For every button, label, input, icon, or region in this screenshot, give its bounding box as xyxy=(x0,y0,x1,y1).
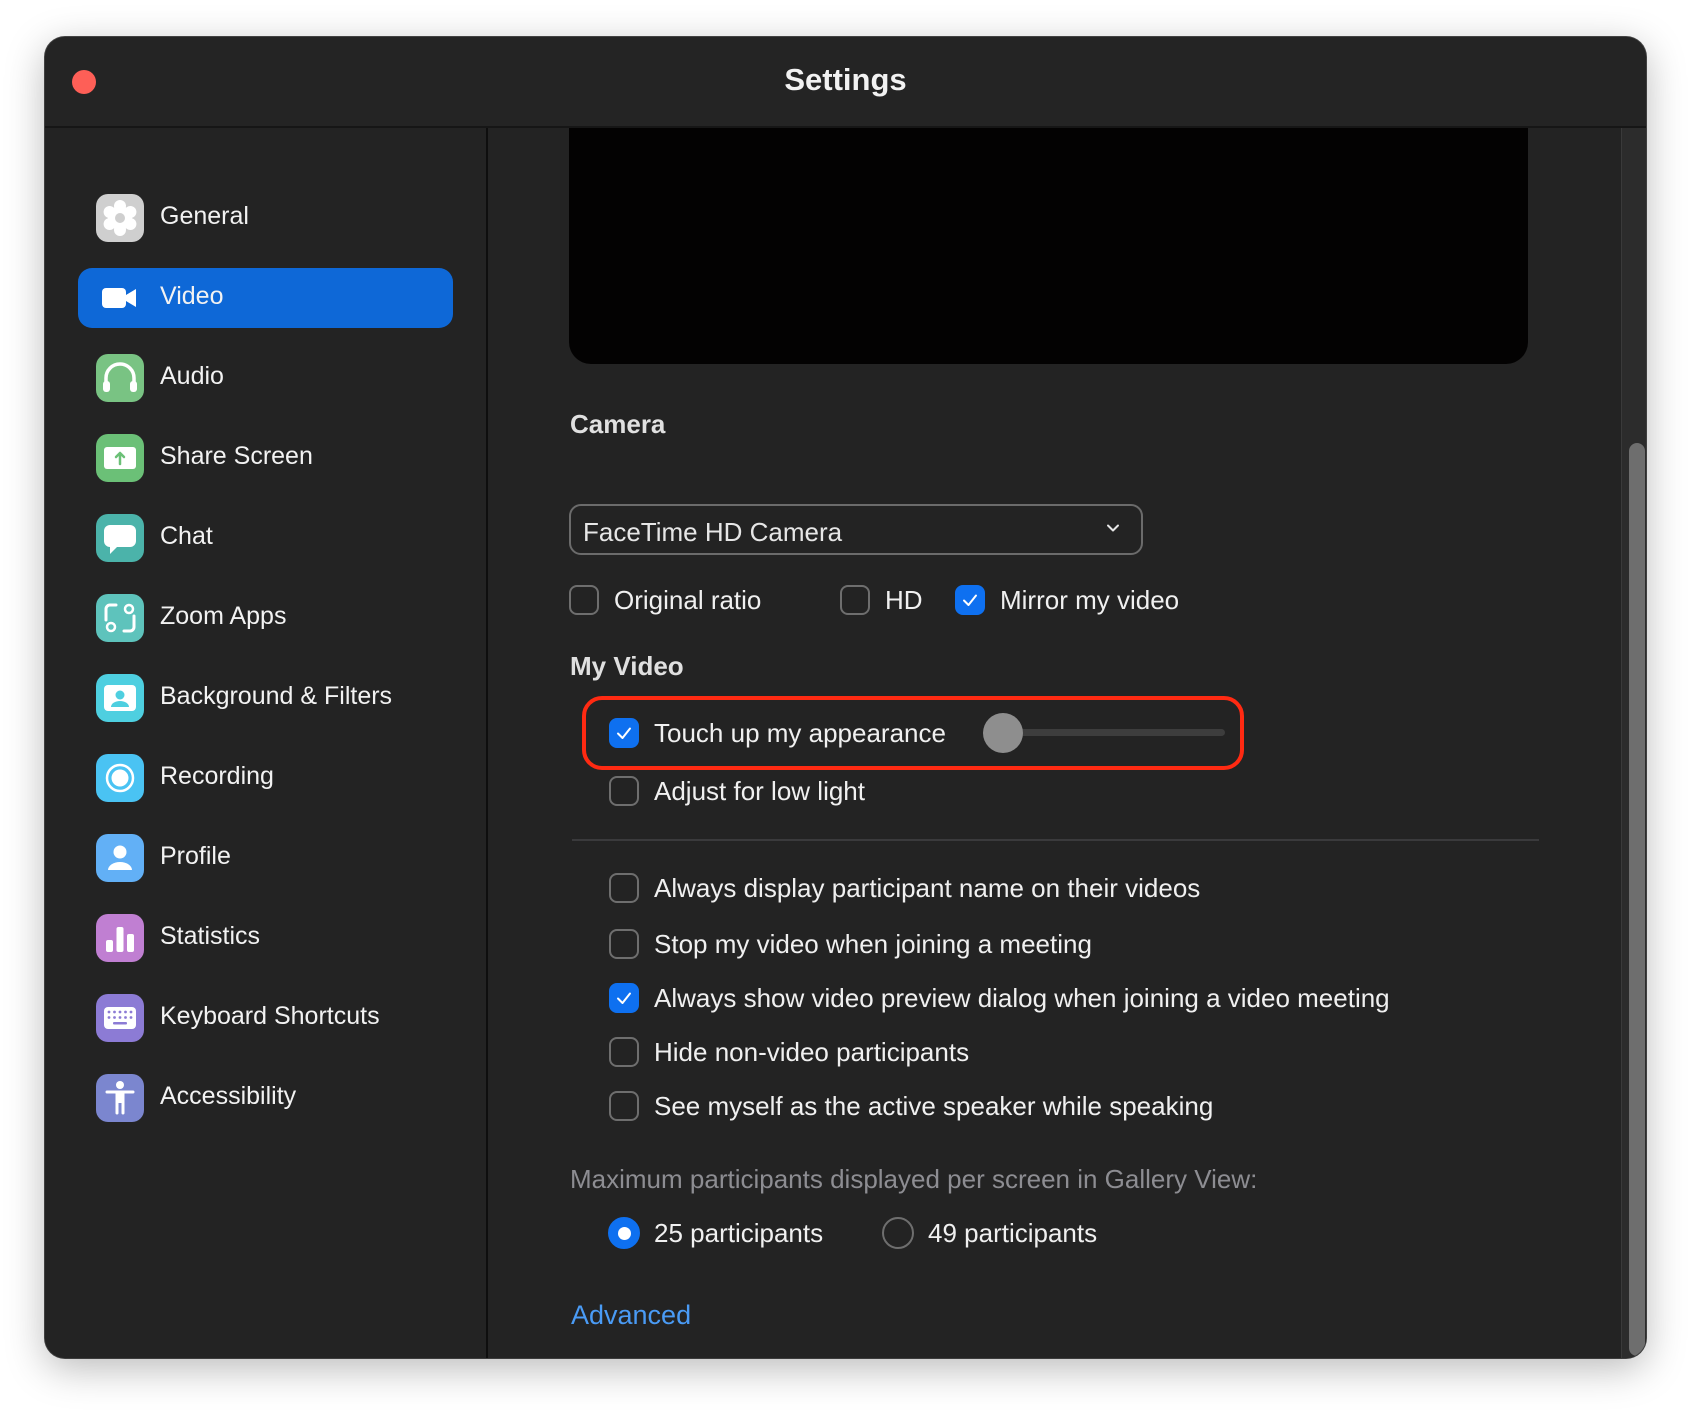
sidebar-item-zoom-apps[interactable]: Zoom Apps xyxy=(78,588,453,648)
sidebar-item-label: Share Screen xyxy=(160,442,313,470)
video-preview xyxy=(569,128,1528,364)
chat-bubble-icon xyxy=(96,514,144,562)
background-person-icon xyxy=(96,674,144,722)
sidebar-item-profile[interactable]: Profile xyxy=(78,828,453,888)
hide-non-video-participants-checkbox[interactable]: Hide non-video participants xyxy=(609,1032,969,1072)
checkmark-icon xyxy=(963,594,977,606)
radio-label: 25 participants xyxy=(654,1217,824,1248)
checkbox-box[interactable] xyxy=(569,585,599,615)
hd-checkbox[interactable]: HD xyxy=(840,580,923,620)
original-ratio-checkbox[interactable]: Original ratio xyxy=(569,580,761,620)
checkbox-box[interactable] xyxy=(609,1091,639,1121)
sidebar-item-label: Recording xyxy=(160,762,274,790)
sidebar-item-label: Profile xyxy=(160,842,231,870)
gear-icon xyxy=(96,194,144,242)
record-icon xyxy=(96,754,144,802)
camera-select[interactable]: FaceTime HD Camera xyxy=(569,504,1143,555)
slider-thumb[interactable] xyxy=(983,713,1023,753)
settings-window: Settings General Video Audio Share Screen Ch… xyxy=(45,37,1646,1358)
checkbox-label: Stop my video when joining a meeting xyxy=(654,928,1092,959)
sidebar-item-keyboard-shortcuts[interactable]: Keyboard Shortcuts xyxy=(78,988,453,1048)
touch-up-appearance-checkbox[interactable]: Touch up my appearance xyxy=(609,713,946,753)
camera-section-label: Camera xyxy=(570,409,666,439)
checkbox-box[interactable] xyxy=(840,585,870,615)
checkbox-label: Original ratio xyxy=(614,584,762,615)
sidebar-item-audio[interactable]: Audio xyxy=(78,348,453,408)
checkbox-box[interactable] xyxy=(955,585,985,615)
vertical-scrollbar[interactable] xyxy=(1621,128,1646,1358)
chevron-down-icon xyxy=(1107,524,1119,532)
stop-my-video-when-joining-a-meeting-checkbox[interactable]: Stop my video when joining a meeting xyxy=(609,924,1092,964)
my-video-section-label: My Video xyxy=(570,651,684,681)
person-icon xyxy=(96,834,144,882)
touch-up-slider[interactable] xyxy=(983,713,1225,753)
checkbox-box[interactable] xyxy=(609,1037,639,1067)
sidebar-item-video[interactable]: Video xyxy=(78,268,453,328)
checkbox-box[interactable] xyxy=(609,718,639,748)
window-title: Settings xyxy=(784,62,907,97)
share-screen-icon xyxy=(96,434,144,482)
always-display-participant-name-on-their-videos-checkbox[interactable]: Always display participant name on their… xyxy=(609,868,1200,908)
sidebar-item-general[interactable]: General xyxy=(78,188,453,248)
adjust-low-light-checkbox[interactable]: Adjust for low light xyxy=(609,771,865,811)
checkbox-label: See myself as the active speaker while s… xyxy=(654,1090,1214,1121)
gallery-view-label: Maximum participants displayed per scree… xyxy=(570,1164,1258,1194)
mirror-video-checkbox[interactable]: Mirror my video xyxy=(955,580,1179,620)
sidebar-item-accessibility[interactable]: Accessibility xyxy=(78,1068,453,1128)
checkbox-label: Always show video preview dialog when jo… xyxy=(654,982,1390,1013)
sidebar-item-label: Statistics xyxy=(160,922,261,950)
radio-button[interactable] xyxy=(608,1217,640,1249)
checkbox-box[interactable] xyxy=(609,776,639,806)
video-settings-panel: Camera FaceTime HD Camera Original ratio… xyxy=(488,128,1646,1358)
title-bar: Settings xyxy=(45,37,1646,128)
checkbox-label: Adjust for low light xyxy=(654,775,865,806)
checkbox-box[interactable] xyxy=(609,929,639,959)
checkbox-label: HD xyxy=(885,584,923,615)
zoom-apps-icon xyxy=(96,594,144,642)
accessibility-icon xyxy=(96,1074,144,1122)
checkbox-label: Mirror my video xyxy=(1000,584,1180,615)
camera-select-value: FaceTime HD Camera xyxy=(583,517,843,547)
sidebar-item-share-screen[interactable]: Share Screen xyxy=(78,428,453,488)
always-show-video-preview-dialog-when-joining-a-video-meeting-checkbox[interactable]: Always show video preview dialog when jo… xyxy=(609,978,1390,1018)
video-camera-icon xyxy=(96,274,144,322)
sidebar-item-label: Zoom Apps xyxy=(160,602,287,630)
advanced-link[interactable]: Advanced xyxy=(571,1300,691,1331)
headphones-icon xyxy=(96,354,144,402)
radio-label: 49 participants xyxy=(928,1217,1098,1248)
radio-button[interactable] xyxy=(882,1217,914,1249)
sidebar-item-label: Keyboard Shortcuts xyxy=(160,1002,380,1030)
sidebar-item-recording[interactable]: Recording xyxy=(78,748,453,808)
sidebar-item-statistics[interactable]: Statistics xyxy=(78,908,453,968)
sidebar-item-label: General xyxy=(160,202,249,230)
checkbox-box[interactable] xyxy=(609,983,639,1013)
sidebar-item-label: Background & Filters xyxy=(160,682,393,710)
checkmark-icon xyxy=(617,992,631,1004)
keyboard-icon xyxy=(96,994,144,1042)
radio-49-participants[interactable]: 49 participants xyxy=(882,1213,1097,1253)
sidebar-item-label: Accessibility xyxy=(160,1082,297,1110)
scrollbar-thumb[interactable] xyxy=(1629,443,1645,1356)
sidebar-item-label: Chat xyxy=(160,522,213,550)
sidebar-item-label: Audio xyxy=(160,362,224,390)
checkbox-label: Hide non-video participants xyxy=(654,1036,970,1067)
checkbox-label: Always display participant name on their… xyxy=(654,872,1201,903)
see-myself-as-the-active-speaker-while-speaking-checkbox[interactable]: See myself as the active speaker while s… xyxy=(609,1086,1213,1126)
sidebar-item-background-and-filters[interactable]: Background & Filters xyxy=(78,668,453,728)
checkmark-icon xyxy=(617,727,631,739)
sidebar-item-chat[interactable]: Chat xyxy=(78,508,453,568)
checkbox-label: Touch up my appearance xyxy=(654,717,946,748)
section-divider xyxy=(572,839,1539,841)
sidebar-item-label: Video xyxy=(160,282,224,310)
bar-chart-icon xyxy=(96,914,144,962)
checkbox-box[interactable] xyxy=(609,873,639,903)
radio-25-participants[interactable]: 25 participants xyxy=(608,1213,823,1253)
settings-sidebar: General Video Audio Share Screen Chat Zoom Ap… xyxy=(45,128,488,1358)
